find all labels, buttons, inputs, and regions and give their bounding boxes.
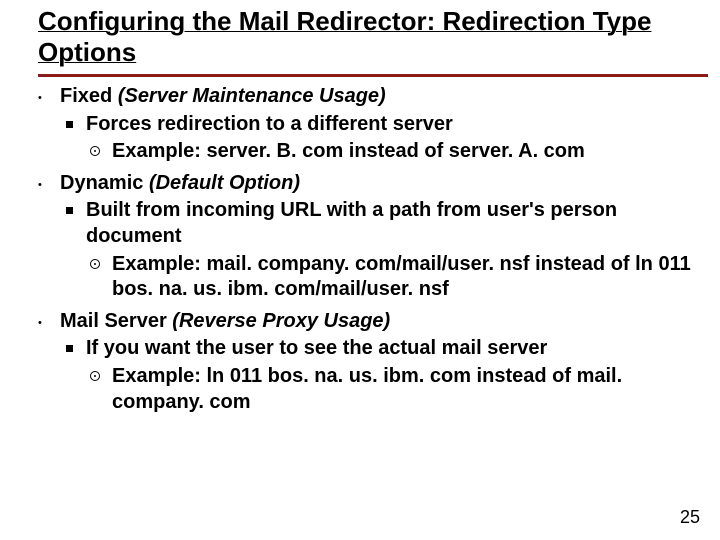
bullet-dot-icon xyxy=(34,309,60,415)
item-heading-bold: Dynamic xyxy=(60,172,143,194)
bullet-circle-dot-icon xyxy=(86,364,112,415)
subsub-item: Example: mail. company. com/mail/user. n… xyxy=(86,252,702,303)
item-heading-italic: (Default Option) xyxy=(149,172,300,194)
subsub-item: Example: ln 011 bos. na. us. ibm. com in… xyxy=(86,364,702,415)
subsub-item: Example: server. B. com instead of serve… xyxy=(86,139,702,165)
item-body: Dynamic (Default Option) Built from inco… xyxy=(60,171,702,303)
bullet-square-icon xyxy=(60,112,86,165)
list-item: Fixed (Server Maintenance Usage) Forces … xyxy=(34,84,702,165)
sub-text: Forces redirection to a different server xyxy=(86,113,453,135)
item-body: Fixed (Server Maintenance Usage) Forces … xyxy=(60,84,702,165)
slide-title: Configuring the Mail Redirector: Redirec… xyxy=(38,6,712,68)
title-underline xyxy=(38,74,708,77)
item-heading-italic: (Reverse Proxy Usage) xyxy=(172,310,390,332)
page-number: 25 xyxy=(680,507,700,528)
item-body: Mail Server (Reverse Proxy Usage) If you… xyxy=(60,309,702,415)
slide-content: Fixed (Server Maintenance Usage) Forces … xyxy=(34,84,702,415)
bullet-square-icon xyxy=(60,336,86,415)
bullet-square-icon xyxy=(60,198,86,302)
sub-body: Forces redirection to a different server… xyxy=(86,112,702,165)
item-heading-italic: (Server Maintenance Usage) xyxy=(118,85,386,107)
list-item: Dynamic (Default Option) Built from inco… xyxy=(34,171,702,303)
slide: Configuring the Mail Redirector: Redirec… xyxy=(0,0,720,540)
sub-item: If you want the user to see the actual m… xyxy=(60,336,702,415)
item-heading-bold: Fixed xyxy=(60,85,112,107)
item-heading-bold: Mail Server xyxy=(60,310,167,332)
list-item: Mail Server (Reverse Proxy Usage) If you… xyxy=(34,309,702,415)
sub-body: Built from incoming URL with a path from… xyxy=(86,198,702,302)
sub-body: If you want the user to see the actual m… xyxy=(86,336,702,415)
bullet-circle-dot-icon xyxy=(86,252,112,303)
example-text: Example: server. B. com instead of serve… xyxy=(112,139,702,165)
sub-item: Forces redirection to a different server… xyxy=(60,112,702,165)
bullet-dot-icon xyxy=(34,171,60,303)
bullet-circle-dot-icon xyxy=(86,139,112,165)
sub-text: If you want the user to see the actual m… xyxy=(86,337,547,359)
sub-text: Built from incoming URL with a path from… xyxy=(86,199,617,247)
bullet-dot-icon xyxy=(34,84,60,165)
example-text: Example: mail. company. com/mail/user. n… xyxy=(112,252,702,303)
example-text: Example: ln 011 bos. na. us. ibm. com in… xyxy=(112,364,702,415)
sub-item: Built from incoming URL with a path from… xyxy=(60,198,702,302)
